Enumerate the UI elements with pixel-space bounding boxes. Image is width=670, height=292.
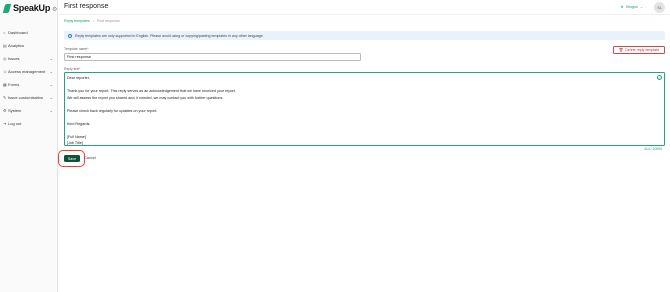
reply-text-editor[interactable]: ☺ Dear reporter, Thank you for your repor… [64, 72, 665, 146]
logo[interactable]: SpeakUp [2, 3, 51, 13]
breadcrumb: Reply templates › First response [64, 19, 120, 23]
page-title: First response [64, 3, 109, 10]
character-counter: 314 / 10000 [644, 147, 662, 151]
header: First response ⊕ Shogun ⌄ SL [58, 0, 670, 15]
sidebar-item-label: Issue customisation [8, 95, 44, 100]
globe-icon: ⊕ [620, 5, 624, 9]
sidebar-item-issues[interactable]: ◎ Issues ⌄ [0, 52, 58, 65]
chevron-down-icon[interactable]: ⌄ [50, 56, 53, 61]
sidebar: SpeakUp ⚙ ⌂ Dashboard ▤ Analytics ◎ Issues ⌄ ☺ A… [0, 0, 58, 292]
chevron-down-icon[interactable]: ⌄ [50, 95, 53, 100]
template-name-input[interactable]: First response [64, 53, 361, 61]
chevron-down-icon[interactable]: ⌄ [50, 82, 53, 87]
breadcrumb-separator: › [92, 19, 94, 23]
sidebar-item-issue-customisation[interactable]: ✎ Issue customisation ⌄ [0, 91, 58, 104]
sidebar-item-forms[interactable]: ▦ Forms ⌄ [0, 78, 58, 91]
workspace-switcher[interactable]: ⊕ Shogun ⌄ [621, 5, 643, 9]
sidebar-item-label: Forms [8, 82, 20, 87]
workspace-name: Shogun [625, 5, 638, 9]
info-icon: i [68, 33, 72, 38]
cancel-button[interactable]: Cancel [84, 156, 96, 160]
delete-label: Delete reply template [625, 48, 660, 52]
breadcrumb-reply-templates[interactable]: Reply templates [64, 19, 90, 23]
breadcrumb-current: First response [96, 19, 120, 23]
sidebar-item-dashboard[interactable]: ⌂ Dashboard [0, 26, 58, 39]
save-button[interactable]: Save [64, 155, 80, 162]
sidebar-item-system[interactable]: ⚙ System ⌄ [0, 104, 58, 117]
brand-name: SpeakUp [13, 3, 51, 13]
sidebar-item-label: Log out [8, 121, 22, 126]
chevron-down-icon[interactable]: ⌄ [50, 108, 53, 113]
sidebar-nav: ⌂ Dashboard ▤ Analytics ◎ Issues ⌄ ☺ Access mana… [0, 26, 58, 130]
info-banner-text: Reply templates are only supported in En… [75, 33, 264, 38]
delete-reply-template-button[interactable]: 🗑 Delete reply template [613, 46, 665, 54]
sidebar-item-label: Access management [8, 69, 46, 74]
sidebar-item-log-out[interactable]: ⇥ Log out [0, 117, 58, 130]
sidebar-item-label: Analytics [8, 43, 25, 48]
sidebar-item-label: Dashboard [8, 30, 28, 35]
info-banner: i Reply templates are only supported in … [64, 31, 665, 40]
chevron-down-icon[interactable]: ⌄ [50, 69, 53, 74]
speakup-logo-icon [2, 3, 12, 13]
sidebar-item-access-management[interactable]: ☺ Access management ⌄ [0, 65, 58, 78]
emoji-picker-icon[interactable]: ☺ [657, 75, 662, 80]
trash-icon: 🗑 [618, 48, 624, 52]
reply-text-line: [Job Title] [67, 141, 83, 145]
sidebar-item-analytics[interactable]: ▤ Analytics [0, 39, 58, 52]
reply-text-label: Reply text* [64, 67, 81, 71]
sidebar-item-label: Issues [8, 56, 20, 61]
chevron-down-icon: ⌄ [639, 5, 643, 9]
template-name-label: Template name* [64, 47, 89, 51]
settings-gear-icon[interactable]: ⚙ [52, 6, 57, 13]
sidebar-item-label: System [8, 108, 22, 113]
avatar[interactable]: SL [654, 2, 665, 13]
